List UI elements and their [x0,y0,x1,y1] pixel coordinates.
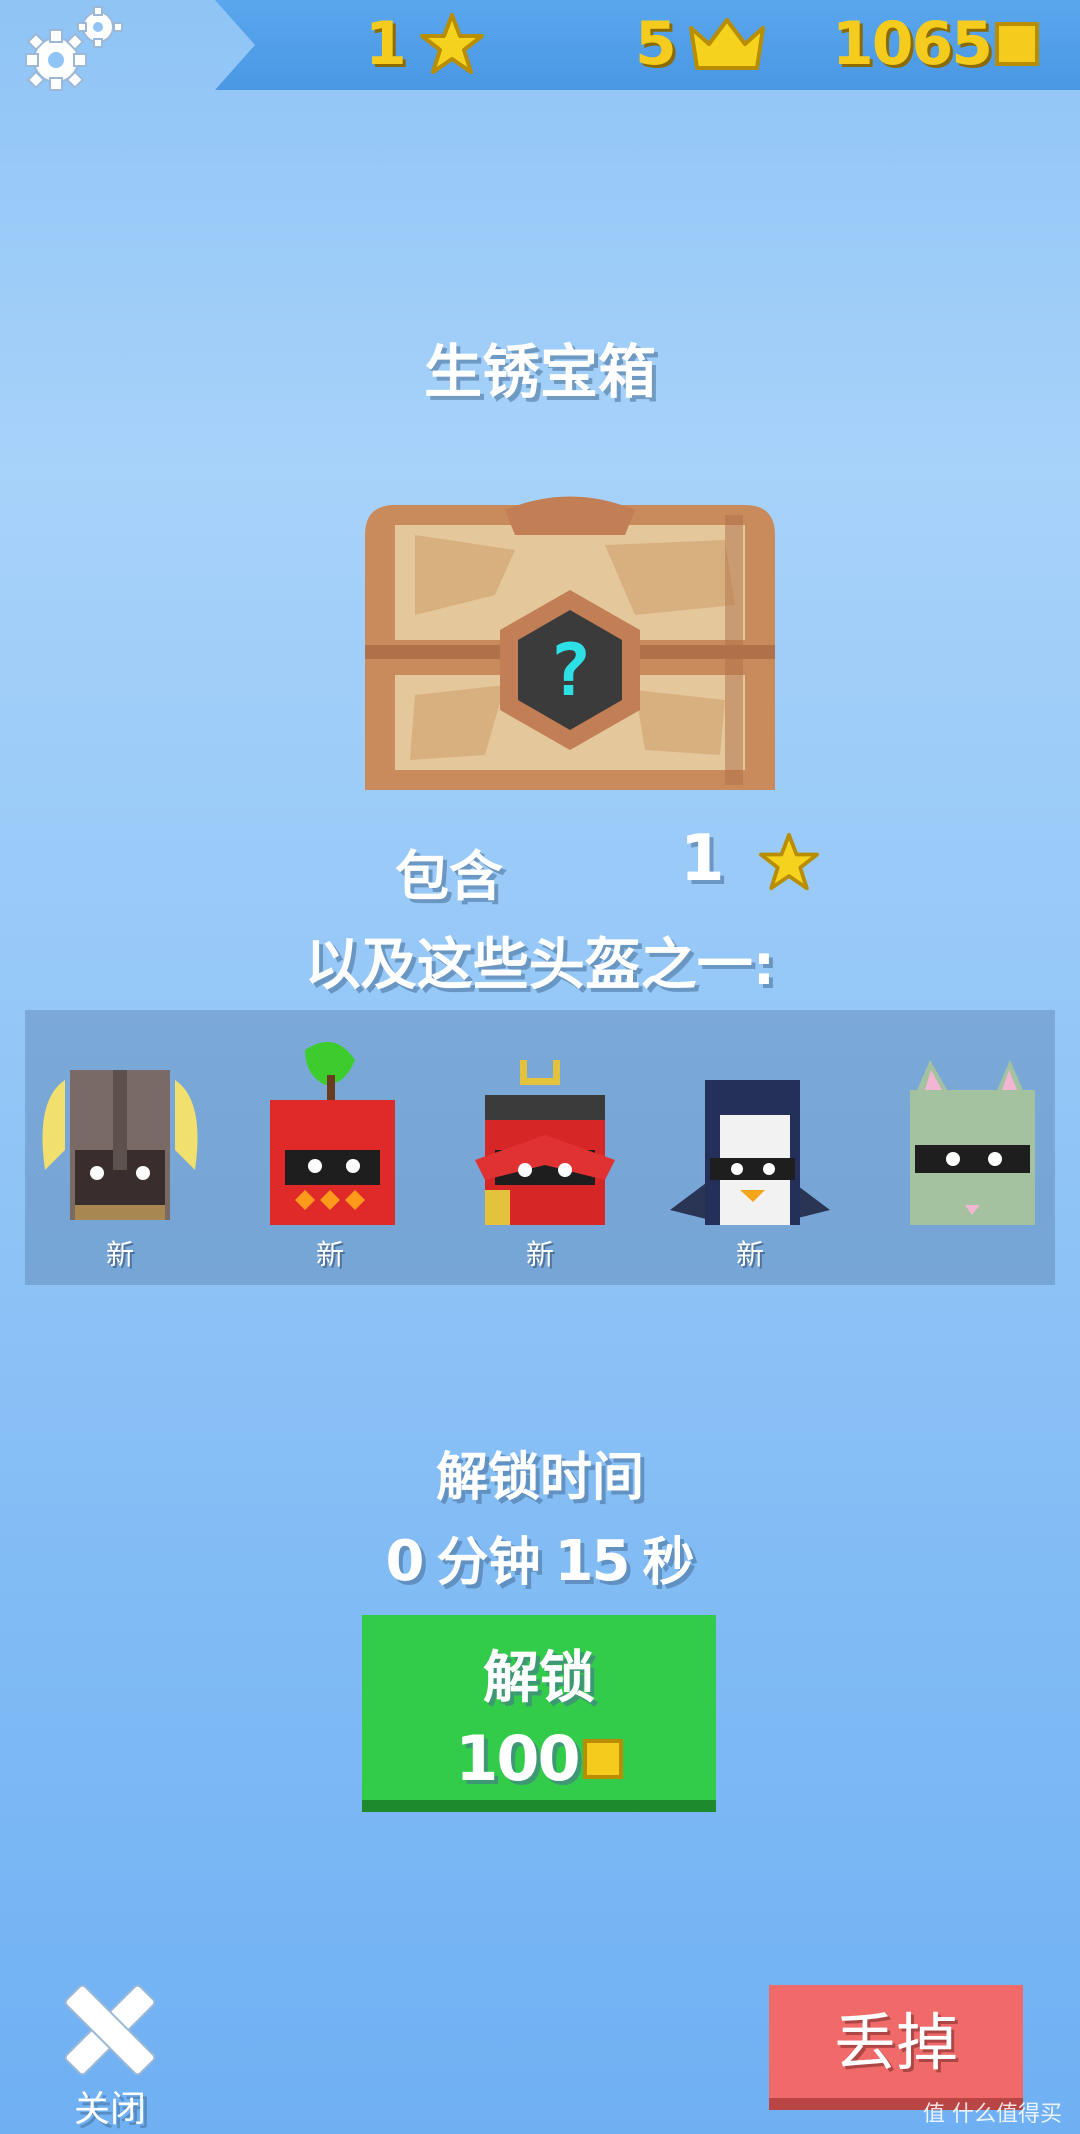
star-counter: 1 [365,8,485,80]
close-icon [64,1984,156,2076]
settings-button[interactable] [18,5,128,95]
gear-icon [25,6,123,91]
helmet-item[interactable]: 新 [245,1010,415,1285]
timer-seconds-unit: 秒 [642,1533,695,1593]
star-icon [419,13,484,74]
new-badge: 新 [735,1238,764,1271]
chest-image: ? [355,495,785,795]
close-label: 关闭 [73,2089,146,2130]
chest-title: 生锈宝箱 [423,338,656,406]
helmet-item[interactable]: 新 [455,1010,625,1285]
timer-minutes: 0 [385,1529,425,1594]
star-count: 1 [365,9,407,79]
svg-text:?: ? [548,628,591,712]
helmets-label: 以及这些头盔之一: [304,933,776,998]
apple-helmet-icon [270,1042,395,1225]
contains-label: 包含 [395,845,503,908]
unlock-timer: 0 分钟 15 秒 [0,1520,1080,1595]
new-badge: 新 [315,1238,344,1271]
penguin-helmet-icon [670,1080,830,1225]
watermark: 值 什么值得买 [923,2102,1062,2127]
unlock-button-label: 解锁 [483,1646,595,1711]
coin-count: 1065 [832,9,993,79]
unlock-cost-value: 100 [455,1722,580,1795]
coin-counter: 1065 [832,8,1039,80]
viking-helmet-icon [42,1070,198,1220]
timer-minutes-unit: 分钟 [436,1533,541,1593]
helmet-list: 新 新 新 新 [25,1010,1055,1285]
unlock-cost: 100 [362,1722,716,1795]
discard-button[interactable]: 丢掉 [769,1985,1023,2110]
contains-star-count: 1 [680,822,725,896]
close-button[interactable]: 关闭 [55,1980,165,2130]
timer-seconds: 15 [554,1529,631,1594]
cat-helmet-icon [910,1060,1035,1225]
contains-star-icon [759,832,819,891]
new-badge: 新 [105,1238,134,1271]
coin-icon [582,1738,623,1779]
helmet-item[interactable]: 新 [665,1010,835,1285]
crown-count: 5 [635,9,677,79]
crown-counter: 5 [635,8,767,80]
unlock-button[interactable]: 解锁 100 [362,1615,716,1812]
coin-icon [995,22,1039,66]
helmet-item[interactable] [885,1010,1055,1285]
samurai-helmet-icon [475,1060,615,1225]
crown-icon [688,18,765,70]
new-badge: 新 [525,1238,554,1271]
unlock-time-label: 解锁时间 [435,1448,644,1508]
helmet-item[interactable]: 新 [35,1010,205,1285]
